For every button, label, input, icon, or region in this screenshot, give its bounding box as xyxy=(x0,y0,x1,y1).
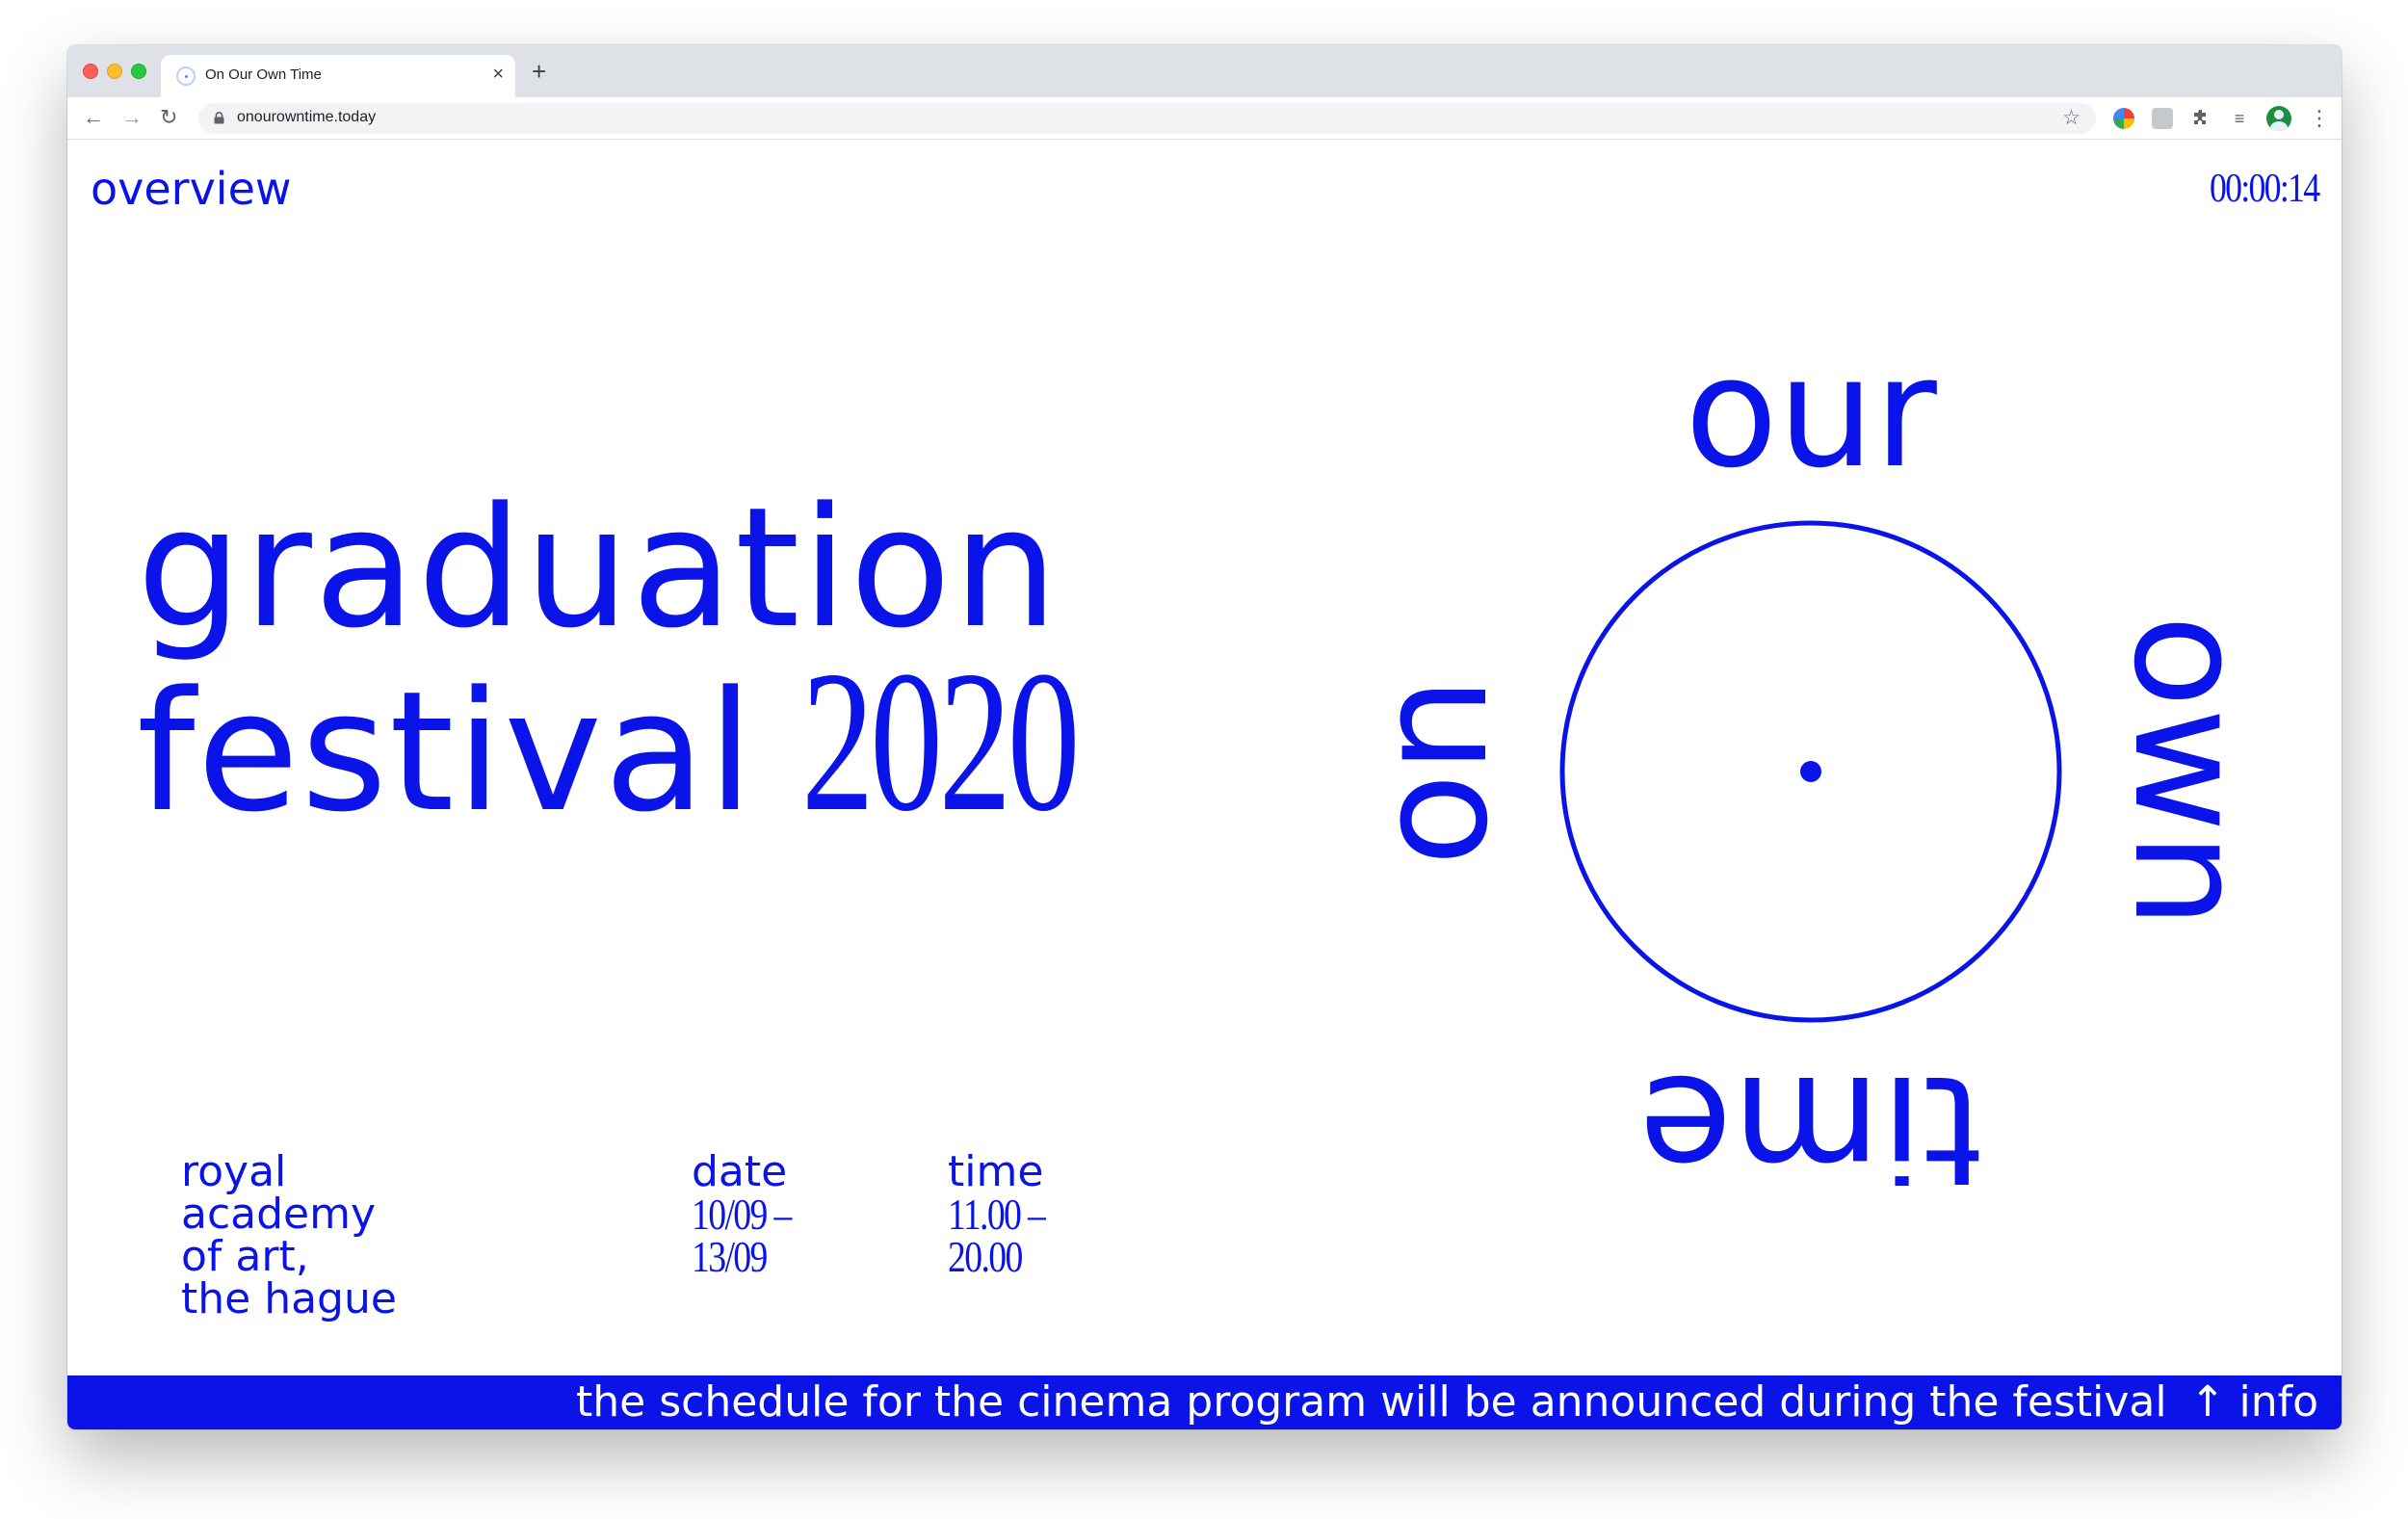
browser-toolbar: ← → ↻ onourowntime.today ☆ ≡ ⋮ xyxy=(67,97,2342,140)
time-block: time 11.00 – 20.00 xyxy=(948,1147,1065,1281)
forward-button[interactable]: → xyxy=(121,104,143,131)
date-value: 13/09 xyxy=(692,1232,768,1281)
location-line: royal xyxy=(181,1147,287,1196)
on-our-own-time-logo: our own time on xyxy=(1397,357,2225,1186)
browser-menu-icon[interactable]: ⋮ xyxy=(2309,105,2330,132)
time-value: 20.00 xyxy=(948,1232,1023,1281)
back-button[interactable]: ← xyxy=(83,104,104,131)
maximize-window-button[interactable] xyxy=(131,64,146,79)
page-viewport: overview 00:00:14 graduation festival 202… xyxy=(67,140,2342,1429)
lock-icon xyxy=(214,112,224,124)
time-label: time xyxy=(948,1147,1044,1196)
date-block: date 10/09 – 13/09 xyxy=(692,1147,812,1281)
extensions-puzzle-icon[interactable] xyxy=(2190,108,2212,129)
minimize-window-button[interactable] xyxy=(107,64,122,79)
reload-button[interactable]: ↻ xyxy=(160,104,177,131)
site-favicon-icon xyxy=(176,66,196,86)
close-window-button[interactable] xyxy=(83,64,98,79)
elapsed-clock: 00:00:14 xyxy=(2209,167,2320,211)
logo-word-time: time xyxy=(1639,1041,1983,1186)
reading-list-icon[interactable]: ≡ xyxy=(2229,108,2250,129)
time-value: 11.00 – xyxy=(948,1190,1046,1239)
info-link[interactable]: ↑ info xyxy=(2190,1375,2318,1429)
address-bar[interactable]: onourowntime.today ☆ xyxy=(198,103,2096,134)
bookmark-star-icon[interactable]: ☆ xyxy=(2062,106,2081,131)
profile-avatar[interactable] xyxy=(2266,106,2291,131)
date-label: date xyxy=(692,1147,788,1196)
headline-festival: festival xyxy=(137,655,756,849)
headline-line-2: festival 2020 xyxy=(137,630,1183,892)
overview-link[interactable]: overview xyxy=(91,163,292,215)
extension-icon[interactable] xyxy=(2152,108,2173,129)
logo-clock-center-dot xyxy=(1800,761,1821,782)
logo-word-our: our xyxy=(1685,357,1937,502)
tab-strip: On Our Own Time × + xyxy=(67,45,2342,97)
tab-close-icon[interactable]: × xyxy=(492,63,504,86)
browser-window: On Our Own Time × + ← → ↻ onourowntime.t… xyxy=(67,45,2342,1429)
location-line: the hague xyxy=(181,1274,397,1323)
announcement-ticker: the schedule for the cinema program will… xyxy=(67,1375,2342,1429)
location-block: royal academy of art, the hague xyxy=(181,1151,397,1321)
ticker-message: the schedule for the cinema program will… xyxy=(576,1377,2167,1427)
logo-word-on: on xyxy=(1397,677,1522,867)
festival-headline: graduation festival 2020 xyxy=(137,482,1183,892)
tab-title: On Our Own Time xyxy=(205,66,322,83)
location-line: academy xyxy=(181,1190,377,1239)
new-tab-button[interactable]: + xyxy=(532,57,546,86)
tab-on-our-own-time[interactable]: On Our Own Time × xyxy=(161,55,515,97)
headline-year: 2020 xyxy=(801,630,1080,853)
date-value: 10/09 – xyxy=(692,1190,792,1239)
puzzle-icon xyxy=(2194,110,2206,124)
logo-word-own: own xyxy=(2100,615,2225,929)
url-text[interactable]: onourowntime.today xyxy=(237,109,376,126)
headline-graduation: graduation xyxy=(137,471,1060,665)
location-line: of art, xyxy=(181,1232,309,1281)
chrome-extension-icon[interactable] xyxy=(2113,108,2134,129)
